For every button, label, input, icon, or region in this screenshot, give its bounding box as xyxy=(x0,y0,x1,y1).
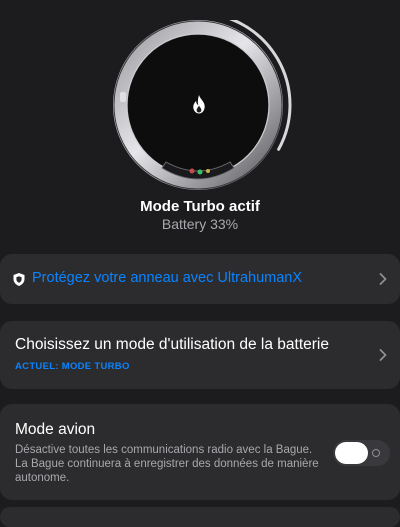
toggle-off-indicator-icon xyxy=(372,449,380,457)
airplane-mode-description: Désactive toutes les communications radi… xyxy=(15,444,319,484)
airplane-mode-title: Mode avion xyxy=(15,421,96,438)
battery-mode-title: Choisissez un mode d'utilisation de la b… xyxy=(15,336,329,353)
airplane-mode-toggle[interactable] xyxy=(333,440,390,466)
battery-mode-card[interactable]: Choisissez un mode d'utilisation de la b… xyxy=(0,321,400,389)
next-settings-card[interactable] xyxy=(0,507,400,527)
protect-ring-label: Protégez votre anneau avec UltrahumanX xyxy=(32,270,303,286)
chevron-right-icon xyxy=(379,273,387,285)
ultrahumanx-protection-card[interactable]: Protégez votre anneau avec UltrahumanX xyxy=(0,254,400,304)
ring-visual xyxy=(0,0,400,200)
battery-level-label: Battery 33% xyxy=(161,216,239,232)
shield-icon xyxy=(13,273,25,286)
flame-icon xyxy=(193,95,205,114)
current-mode-label: ACTUEL: MODE TURBO xyxy=(15,361,130,372)
toggle-knob xyxy=(335,442,368,464)
chevron-right-icon xyxy=(379,349,387,361)
status-title: Mode Turbo actif xyxy=(140,198,260,215)
airplane-mode-card: Mode avion Désactive toutes les communic… xyxy=(0,404,400,500)
